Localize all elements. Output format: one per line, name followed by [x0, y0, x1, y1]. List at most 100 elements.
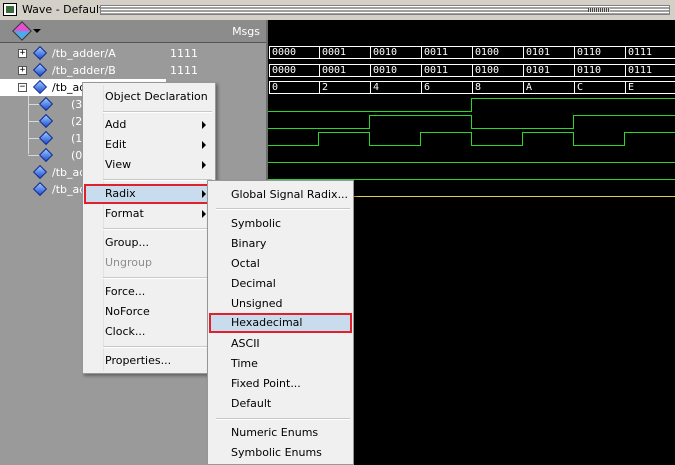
radix-submenu: Global Signal Radix... Symbolic Binary O…	[207, 180, 354, 465]
bus-waveform-a: 0000 0001 0010 0011 0100 0101 0110 0111	[269, 46, 675, 59]
signal-diamond-icon	[32, 45, 48, 61]
menu-item-fixed-point[interactable]: Fixed Point...	[209, 374, 352, 394]
submenu-arrow-icon	[202, 121, 206, 129]
bus-segment: 0000	[269, 64, 319, 77]
signal-diamond-icon	[32, 164, 48, 180]
menu-item-format[interactable]: Format	[84, 204, 214, 224]
bit1-wave	[471, 145, 522, 146]
menu-item-label: View	[105, 158, 132, 171]
signal-name: /tb_adder/A	[52, 47, 116, 60]
menu-item-object-declaration[interactable]: Object Declaration	[84, 87, 214, 107]
bit1-edge	[522, 132, 523, 146]
signal-row-b[interactable]: + /tb_adder/B	[0, 62, 166, 79]
menu-item-default[interactable]: Default	[209, 394, 352, 414]
menu-item-add[interactable]: Add	[84, 115, 214, 135]
bus-segment: 0011	[421, 46, 472, 59]
menu-item-label: Binary	[231, 237, 267, 250]
bit2-edge	[471, 115, 472, 129]
bus-waveform-sum: 0 2 4 6 8 A C E	[269, 81, 675, 94]
submenu-arrow-icon	[202, 161, 206, 169]
signal-name: (3	[71, 98, 83, 111]
bit1-edge	[573, 132, 574, 146]
menu-item-label: Symbolic Enums	[231, 446, 322, 459]
signal-value: 1111	[170, 64, 198, 77]
bus-segment: 0000	[269, 46, 319, 59]
bus-segment: 0011	[421, 64, 472, 77]
menu-item-label: Numeric Enums	[231, 426, 319, 439]
collapse-icon[interactable]: −	[18, 83, 27, 92]
signal-pane-header	[0, 20, 166, 43]
bus-segment: 2	[319, 81, 370, 94]
menu-item-clock[interactable]: Clock...	[84, 322, 214, 342]
signal-row-a[interactable]: + /tb_adder/A	[0, 45, 166, 62]
wave-palette-icon[interactable]	[12, 21, 32, 41]
signal-diamond-icon	[32, 79, 48, 95]
menu-item-hexadecimal[interactable]: Hexadecimal	[209, 313, 352, 333]
menu-separator	[103, 346, 212, 348]
signal-diamond-icon	[32, 181, 48, 197]
bit2-edge	[369, 115, 370, 129]
menu-item-label: Add	[105, 118, 127, 131]
menu-item-label: Octal	[231, 257, 260, 270]
signal-diamond-icon	[38, 113, 54, 129]
signal-value: 1111	[170, 47, 198, 60]
menu-item-label: Hexadecimal	[231, 316, 303, 329]
menu-item-global-signal-radix[interactable]: Global Signal Radix...	[209, 185, 352, 205]
menu-item-noforce[interactable]: NoForce	[84, 302, 214, 322]
menu-item-force[interactable]: Force...	[84, 282, 214, 302]
bit1-wave	[573, 145, 624, 146]
menu-item-ungroup: Ungroup	[84, 253, 214, 273]
bit1-wave	[369, 145, 420, 146]
wave-window-icon	[3, 3, 17, 16]
titlebar-grip-icon[interactable]	[588, 8, 610, 12]
menu-item-octal[interactable]: Octal	[209, 254, 352, 274]
menu-item-label: Time	[231, 357, 258, 370]
bit1-edge	[624, 132, 625, 146]
menu-item-properties[interactable]: Properties...	[84, 351, 214, 371]
bit2-wave	[268, 128, 369, 129]
bus-segment: A	[523, 81, 574, 94]
menu-item-decimal[interactable]: Decimal	[209, 274, 352, 294]
menu-item-time[interactable]: Time	[209, 354, 352, 374]
menu-item-view[interactable]: View	[84, 155, 214, 175]
signal-diamond-icon	[38, 147, 54, 163]
bus-segment: 0101	[523, 46, 574, 59]
submenu-arrow-icon	[202, 141, 206, 149]
menu-item-group[interactable]: Group...	[84, 233, 214, 253]
bit2-wave	[573, 115, 675, 116]
menu-item-label: ASCII	[231, 337, 260, 350]
menu-item-radix[interactable]: Radix	[84, 184, 214, 204]
signal-diamond-icon	[38, 130, 54, 146]
menu-item-label: Edit	[105, 138, 127, 151]
expand-icon[interactable]: +	[18, 66, 27, 75]
bit1-wave	[420, 132, 471, 133]
menu-item-label: Object Declaration	[105, 90, 208, 103]
menu-item-label: Properties...	[105, 354, 172, 367]
bus-segment: C	[574, 81, 625, 94]
bus-segment: 6	[421, 81, 472, 94]
titlebar-drag-area[interactable]	[100, 5, 670, 15]
submenu-arrow-icon	[202, 210, 206, 218]
menu-item-binary[interactable]: Binary	[209, 234, 352, 254]
menu-item-numeric-enums[interactable]: Numeric Enums	[209, 423, 352, 443]
menu-item-ascii[interactable]: ASCII	[209, 334, 352, 354]
chevron-down-icon[interactable]	[33, 29, 41, 33]
window-titlebar[interactable]: Wave - Default	[0, 0, 675, 21]
menu-item-label: Default	[231, 397, 272, 410]
signal-name: (2	[71, 115, 83, 128]
menu-item-symbolic[interactable]: Symbolic	[209, 214, 352, 234]
menu-item-label: Clock...	[105, 325, 146, 338]
bus-segment: 0111	[625, 46, 675, 59]
bus-segment: 0100	[472, 46, 523, 59]
bus-segment: 0110	[574, 46, 625, 59]
bus-segment: 0010	[370, 64, 421, 77]
msgs-header-label: Msgs	[232, 25, 260, 38]
menu-item-symbolic-enums[interactable]: Symbolic Enums	[209, 443, 352, 463]
submenu-arrow-icon	[202, 190, 206, 198]
bit3-high	[471, 98, 675, 99]
menu-item-edit[interactable]: Edit	[84, 135, 214, 155]
menu-item-unsigned[interactable]: Unsigned	[209, 294, 352, 314]
bus-segment: E	[625, 81, 675, 94]
expand-icon[interactable]: +	[18, 49, 27, 58]
bit1-wave	[522, 132, 573, 133]
